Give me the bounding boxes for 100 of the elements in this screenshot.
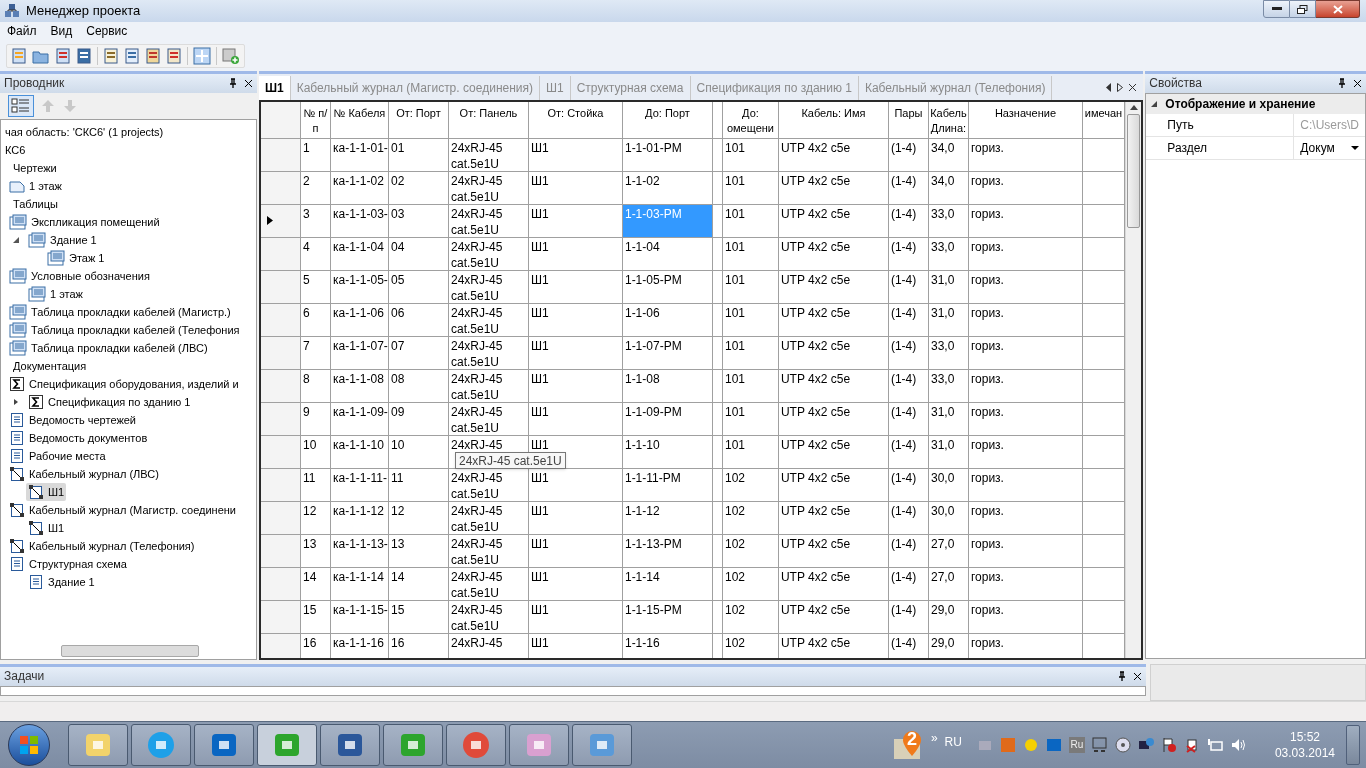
- tree-item[interactable]: Этаж 1: [45, 248, 107, 267]
- network-monitor-icon[interactable]: [1206, 736, 1223, 753]
- grid-cell[interactable]: UTP 4x2 c5e: [778, 204, 889, 237]
- row-header[interactable]: [260, 270, 301, 303]
- grid-cell[interactable]: 24xRJ-45 cat.5e1U: [448, 204, 529, 237]
- tree-item[interactable]: Таблица прокладки кабелей (Магистр.): [7, 302, 233, 321]
- grid-cell[interactable]: 33,0: [928, 204, 969, 237]
- disc-icon[interactable]: [1114, 736, 1131, 753]
- tree-label[interactable]: Таблицы: [11, 194, 60, 213]
- pin-icon[interactable]: [1117, 671, 1127, 682]
- minimize-button[interactable]: [1263, 0, 1290, 18]
- taskbar-button[interactable]: [257, 723, 317, 766]
- restore-button[interactable]: [1290, 0, 1316, 18]
- monitor-icon[interactable]: [1091, 736, 1108, 753]
- tree-item[interactable]: Ш1: [26, 482, 67, 501]
- row-header[interactable]: [260, 534, 301, 567]
- tree-label[interactable]: чая область: 'СКС6' (1 projects): [3, 122, 166, 141]
- column-header[interactable]: № Кабеля: [330, 101, 389, 138]
- document-tab[interactable]: Ш1: [258, 75, 291, 100]
- taskbar-button[interactable]: [68, 723, 128, 766]
- tree-item[interactable]: Кабельный журнал (Телефония): [7, 536, 197, 555]
- row-header[interactable]: [260, 501, 301, 534]
- tree-item[interactable]: Спецификация по зданию 1: [26, 392, 193, 411]
- grid-cell[interactable]: Ш1: [528, 204, 623, 237]
- tree-item[interactable]: Кабельный журнал (ЛВС): [7, 464, 161, 483]
- column-header[interactable]: Кабель Длина:: [928, 101, 969, 138]
- column-header[interactable]: От: Порт: [388, 101, 449, 138]
- row-header[interactable]: [260, 171, 301, 204]
- flag-error-icon[interactable]: [1160, 736, 1177, 753]
- tree-label[interactable]: Документация: [11, 356, 89, 375]
- add-table-icon[interactable]: [222, 47, 240, 66]
- pin-icon[interactable]: [1337, 78, 1347, 89]
- tree-item[interactable]: Ведомость документов: [7, 428, 150, 447]
- tree-item[interactable]: Здание 1: [26, 230, 99, 249]
- row-header[interactable]: [260, 633, 301, 658]
- taskbar-button[interactable]: [131, 723, 191, 766]
- taskbar-button[interactable]: [194, 723, 254, 766]
- tree-item[interactable]: Спецификация оборудования, изделий и: [7, 374, 241, 393]
- tree-label[interactable]: КС6: [3, 140, 28, 159]
- column-header[interactable]: От: Панель: [448, 101, 529, 138]
- ru-tray-icon[interactable]: Ru: [1068, 736, 1085, 753]
- taskbar-button[interactable]: [509, 723, 569, 766]
- fit-icon[interactable]: [193, 47, 211, 66]
- grid-cell[interactable]: 03: [388, 204, 449, 237]
- column-header[interactable]: № п/п: [300, 101, 331, 138]
- start-button[interactable]: [8, 723, 50, 766]
- grid-cell[interactable]: ка-1-1-03-: [330, 204, 389, 237]
- column-header[interactable]: До: омещени: [722, 101, 779, 138]
- column-header[interactable]: Кабель: Имя: [778, 101, 889, 138]
- tree-item[interactable]: Здание 1: [26, 572, 97, 591]
- scrollbar-thumb[interactable]: [1127, 113, 1141, 228]
- scroll-up-icon[interactable]: [1129, 104, 1138, 110]
- tree-item[interactable]: Условные обозначения: [7, 266, 152, 285]
- grid-cell[interactable]: гориз.: [968, 204, 1083, 237]
- row-header[interactable]: [260, 567, 301, 600]
- open-folder-icon[interactable]: [32, 48, 50, 65]
- tree-item[interactable]: Таблица прокладки кабелей (Телефония: [7, 320, 242, 339]
- row-header[interactable]: [260, 468, 301, 501]
- property-group[interactable]: Отображение и хранение: [1146, 93, 1365, 114]
- horizontal-scrollbar[interactable]: [61, 644, 199, 657]
- close-icon[interactable]: [243, 78, 253, 88]
- taskbar-button[interactable]: [383, 723, 443, 766]
- tree-item[interactable]: Структурная схема: [7, 554, 129, 573]
- column-header[interactable]: имечан: [1082, 101, 1125, 138]
- taskbar-button[interactable]: [572, 723, 632, 766]
- column-header[interactable]: До: Порт: [622, 101, 713, 138]
- tree-item[interactable]: Рабочие места: [7, 446, 108, 465]
- tree-item[interactable]: Кабельный журнал (Магистр. соединени: [7, 500, 238, 519]
- tree-item[interactable]: 1 этаж: [26, 284, 85, 303]
- expanded-arrow-icon[interactable]: [12, 235, 20, 244]
- grid-cell[interactable]: 3: [300, 204, 331, 237]
- row-header[interactable]: [260, 600, 301, 633]
- scroll-right-icon[interactable]: [1117, 83, 1124, 93]
- tree-item[interactable]: Экспликация помещений: [7, 212, 162, 231]
- row-header[interactable]: [260, 369, 301, 402]
- menu-item[interactable]: Файл: [7, 22, 37, 41]
- scroll-left-icon[interactable]: [1106, 83, 1113, 93]
- row-header[interactable]: [260, 138, 301, 171]
- tree-item[interactable]: Таблица прокладки кабелей (ЛВС): [7, 338, 210, 357]
- show-desktop-button[interactable]: [1346, 724, 1360, 765]
- column-header[interactable]: Пары: [888, 101, 929, 138]
- property-dropdown[interactable]: Докум: [1294, 136, 1365, 159]
- menu-item[interactable]: Сервис: [86, 22, 128, 41]
- column-header[interactable]: От: Стойка: [528, 101, 623, 138]
- menu-item[interactable]: Вид: [50, 22, 73, 41]
- tree-item[interactable]: 1 этаж: [7, 176, 64, 195]
- close-icon[interactable]: [1128, 83, 1138, 93]
- row-header[interactable]: [260, 336, 301, 369]
- column-header[interactable]: Назначение: [968, 101, 1083, 138]
- vertical-scrollbar[interactable]: [1125, 101, 1142, 658]
- taskbar-button[interactable]: [320, 723, 380, 766]
- pin-icon[interactable]: [227, 78, 238, 89]
- collapsed-arrow-icon[interactable]: [12, 397, 20, 406]
- close-icon[interactable]: [1133, 671, 1142, 681]
- taskbar-button[interactable]: [446, 723, 506, 766]
- tree-item[interactable]: Ш1: [26, 518, 67, 537]
- tree-label[interactable]: Чертежи: [11, 158, 59, 177]
- grid-cell[interactable]: 101: [722, 204, 779, 237]
- row-header[interactable]: [260, 402, 301, 435]
- tree-view-icon[interactable]: [8, 94, 34, 117]
